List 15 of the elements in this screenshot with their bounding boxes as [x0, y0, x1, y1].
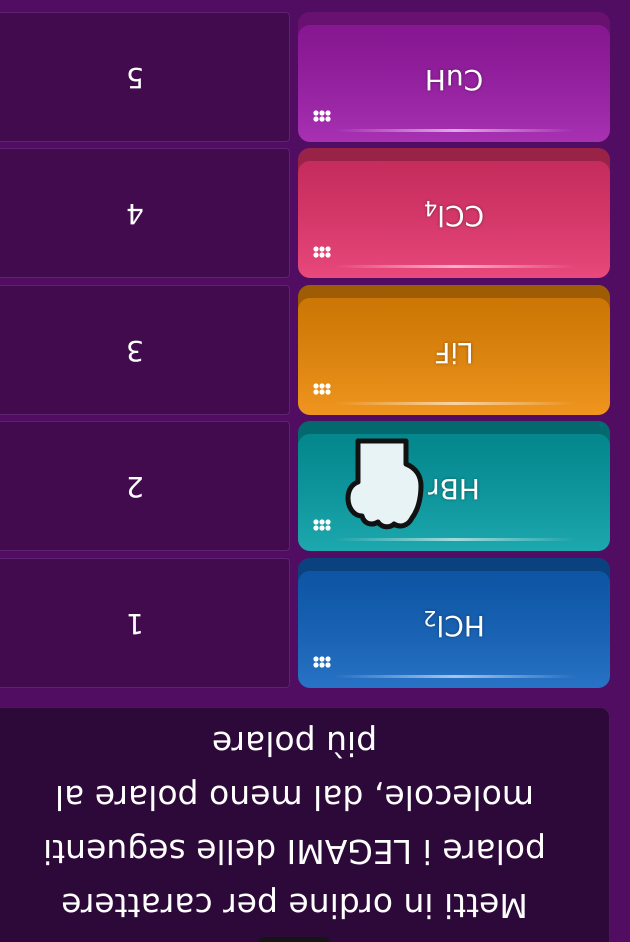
question-text: Metti in ordine per carattere polare i LEGAMI delle seguenti molecole, dal meno polare al più polare: [42, 723, 547, 927]
grip-dots-icon[interactable]: [313, 383, 331, 395]
grip-dots-icon[interactable]: [313, 520, 331, 532]
rank-slot[interactable]: 1: [0, 558, 290, 688]
rank-slot[interactable]: 3: [0, 285, 290, 415]
answer-label: HBr: [428, 472, 480, 506]
rank-slot[interactable]: 4: [0, 148, 290, 278]
grip-dots-icon[interactable]: [313, 246, 331, 258]
answer-label: LiF: [434, 335, 474, 370]
answer-tile[interactable]: CuH: [298, 12, 610, 142]
grip-dots-icon[interactable]: [313, 110, 331, 122]
rank-slot[interactable]: 5: [0, 12, 290, 142]
grip-dots-icon[interactable]: [313, 656, 331, 668]
rank-slot[interactable]: 2: [0, 422, 290, 552]
answer-label: CuH: [424, 62, 484, 97]
